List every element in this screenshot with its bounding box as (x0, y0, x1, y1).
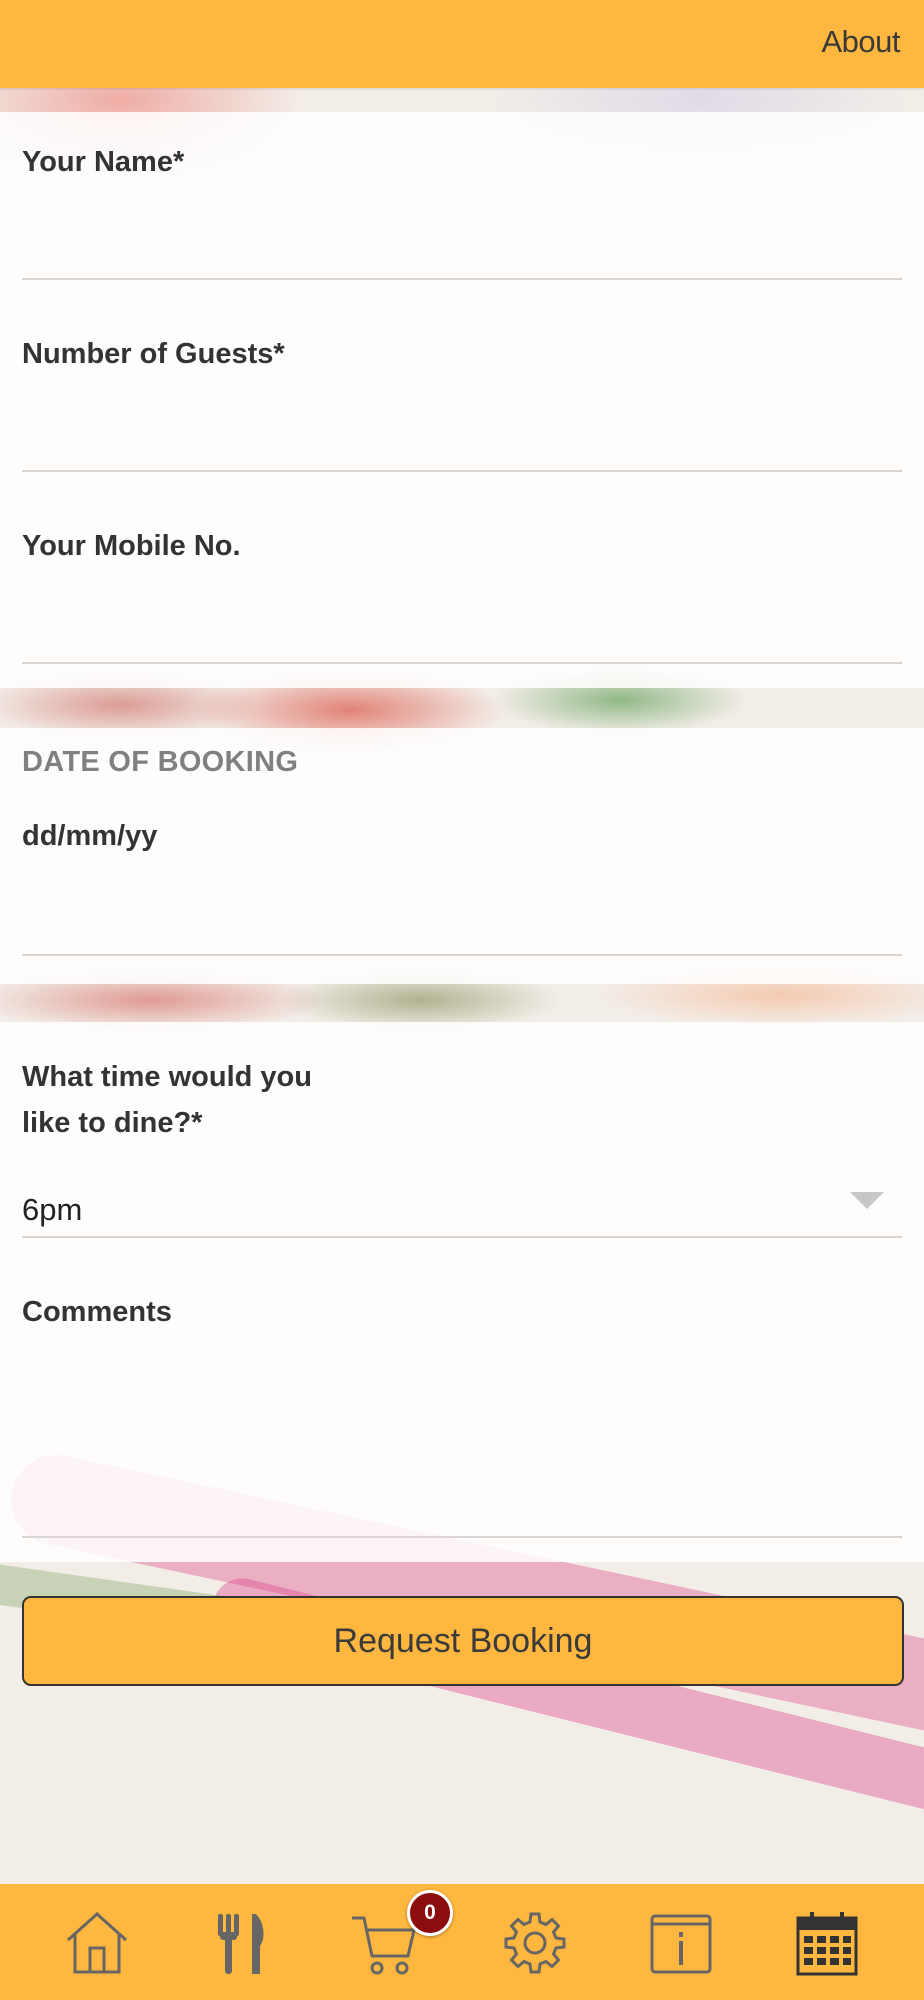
home-icon (66, 1911, 128, 1974)
cart-count-badge: 0 (407, 1890, 453, 1936)
mobile-input[interactable] (22, 576, 902, 664)
mobile-label: Your Mobile No. (22, 530, 241, 562)
chevron-down-icon (850, 1192, 884, 1209)
time-select-value: 6pm (22, 1192, 83, 1227)
tab-booking[interactable] (792, 1908, 862, 1978)
date-underline (22, 954, 902, 956)
tab-info[interactable] (646, 1908, 716, 1978)
name-underline (22, 278, 902, 280)
about-link[interactable]: About (821, 24, 900, 60)
guests-underline (22, 470, 902, 472)
time-label-line1: What time would you (22, 1061, 312, 1093)
comments-label: Comments (22, 1296, 172, 1328)
tab-menu[interactable] (206, 1908, 276, 1978)
comments-underline (22, 1536, 902, 1538)
calendar-icon (796, 1912, 858, 1976)
tab-home[interactable] (62, 1908, 132, 1978)
guests-label: Number of Guests* (22, 338, 285, 370)
tab-settings[interactable] (500, 1908, 570, 1978)
bottom-tab-bar (0, 1884, 924, 2000)
comments-textarea[interactable] (22, 1340, 902, 1556)
request-booking-button[interactable]: Request Booking (22, 1596, 904, 1686)
time-label-line2: like to dine?* (22, 1107, 203, 1139)
utensils-icon (218, 1914, 264, 1974)
top-bar: About (0, 0, 924, 88)
time-label: What time would you like to dine?* (22, 1054, 312, 1146)
time-comments-panel: What time would you like to dine?* 6pm C… (0, 1022, 924, 1562)
time-underline (22, 1236, 902, 1238)
name-label: Your Name* (22, 146, 185, 178)
info-icon (650, 1914, 712, 1974)
date-input[interactable]: dd/mm/yy (22, 820, 157, 853)
date-panel: DATE OF BOOKING dd/mm/yy (0, 728, 924, 984)
date-section-title: DATE OF BOOKING (22, 746, 299, 778)
gear-icon (504, 1912, 566, 1974)
time-select[interactable]: 6pm (22, 1182, 902, 1238)
name-input[interactable] (22, 192, 902, 280)
personal-details-panel: Your Name* Number of Guests* Your Mobile… (0, 112, 924, 688)
guests-input[interactable] (22, 384, 902, 472)
mobile-underline (22, 662, 902, 664)
